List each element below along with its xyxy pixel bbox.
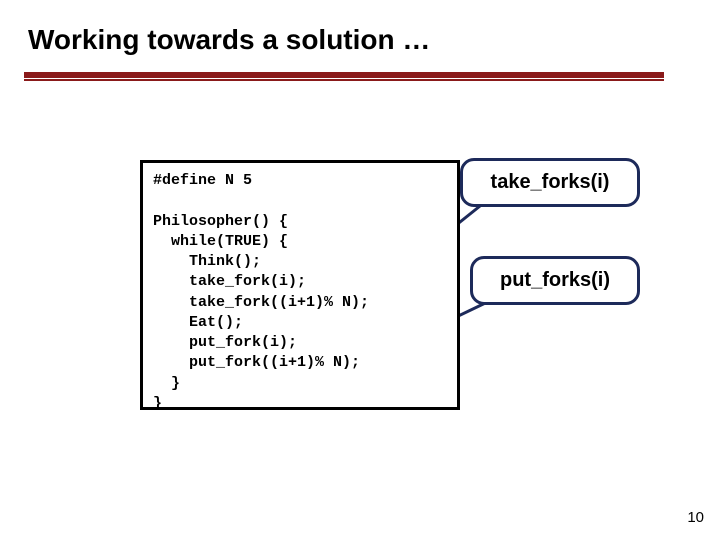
code-line: } xyxy=(153,375,180,392)
title-underline xyxy=(24,72,664,82)
code-line: put_fork(i); xyxy=(153,334,297,351)
code-line: put_fork((i+1)% N); xyxy=(153,354,360,371)
code-line: Eat(); xyxy=(153,314,243,331)
code-listing: #define N 5 Philosopher() { while(TRUE) … xyxy=(153,171,447,414)
code-line: Philosopher() { xyxy=(153,213,288,230)
code-line: while(TRUE) { xyxy=(153,233,288,250)
code-box: #define N 5 Philosopher() { while(TRUE) … xyxy=(140,160,460,410)
callout-text: put_forks(i) xyxy=(500,269,610,291)
code-line: } xyxy=(153,395,162,412)
callout-take-forks: take_forks(i) xyxy=(460,158,640,207)
slide-title: Working towards a solution … xyxy=(28,24,430,56)
code-line: take_fork(i); xyxy=(153,273,306,290)
slide: Working towards a solution … #define N 5… xyxy=(0,0,720,540)
callout-text: take_forks(i) xyxy=(491,171,610,193)
code-line: Think(); xyxy=(153,253,261,270)
code-line: #define N 5 xyxy=(153,172,252,189)
code-line: take_fork((i+1)% N); xyxy=(153,294,369,311)
title-underline-thin xyxy=(24,79,664,81)
title-underline-thick xyxy=(24,72,664,78)
page-number: 10 xyxy=(687,509,704,526)
callout-put-forks: put_forks(i) xyxy=(470,256,640,305)
